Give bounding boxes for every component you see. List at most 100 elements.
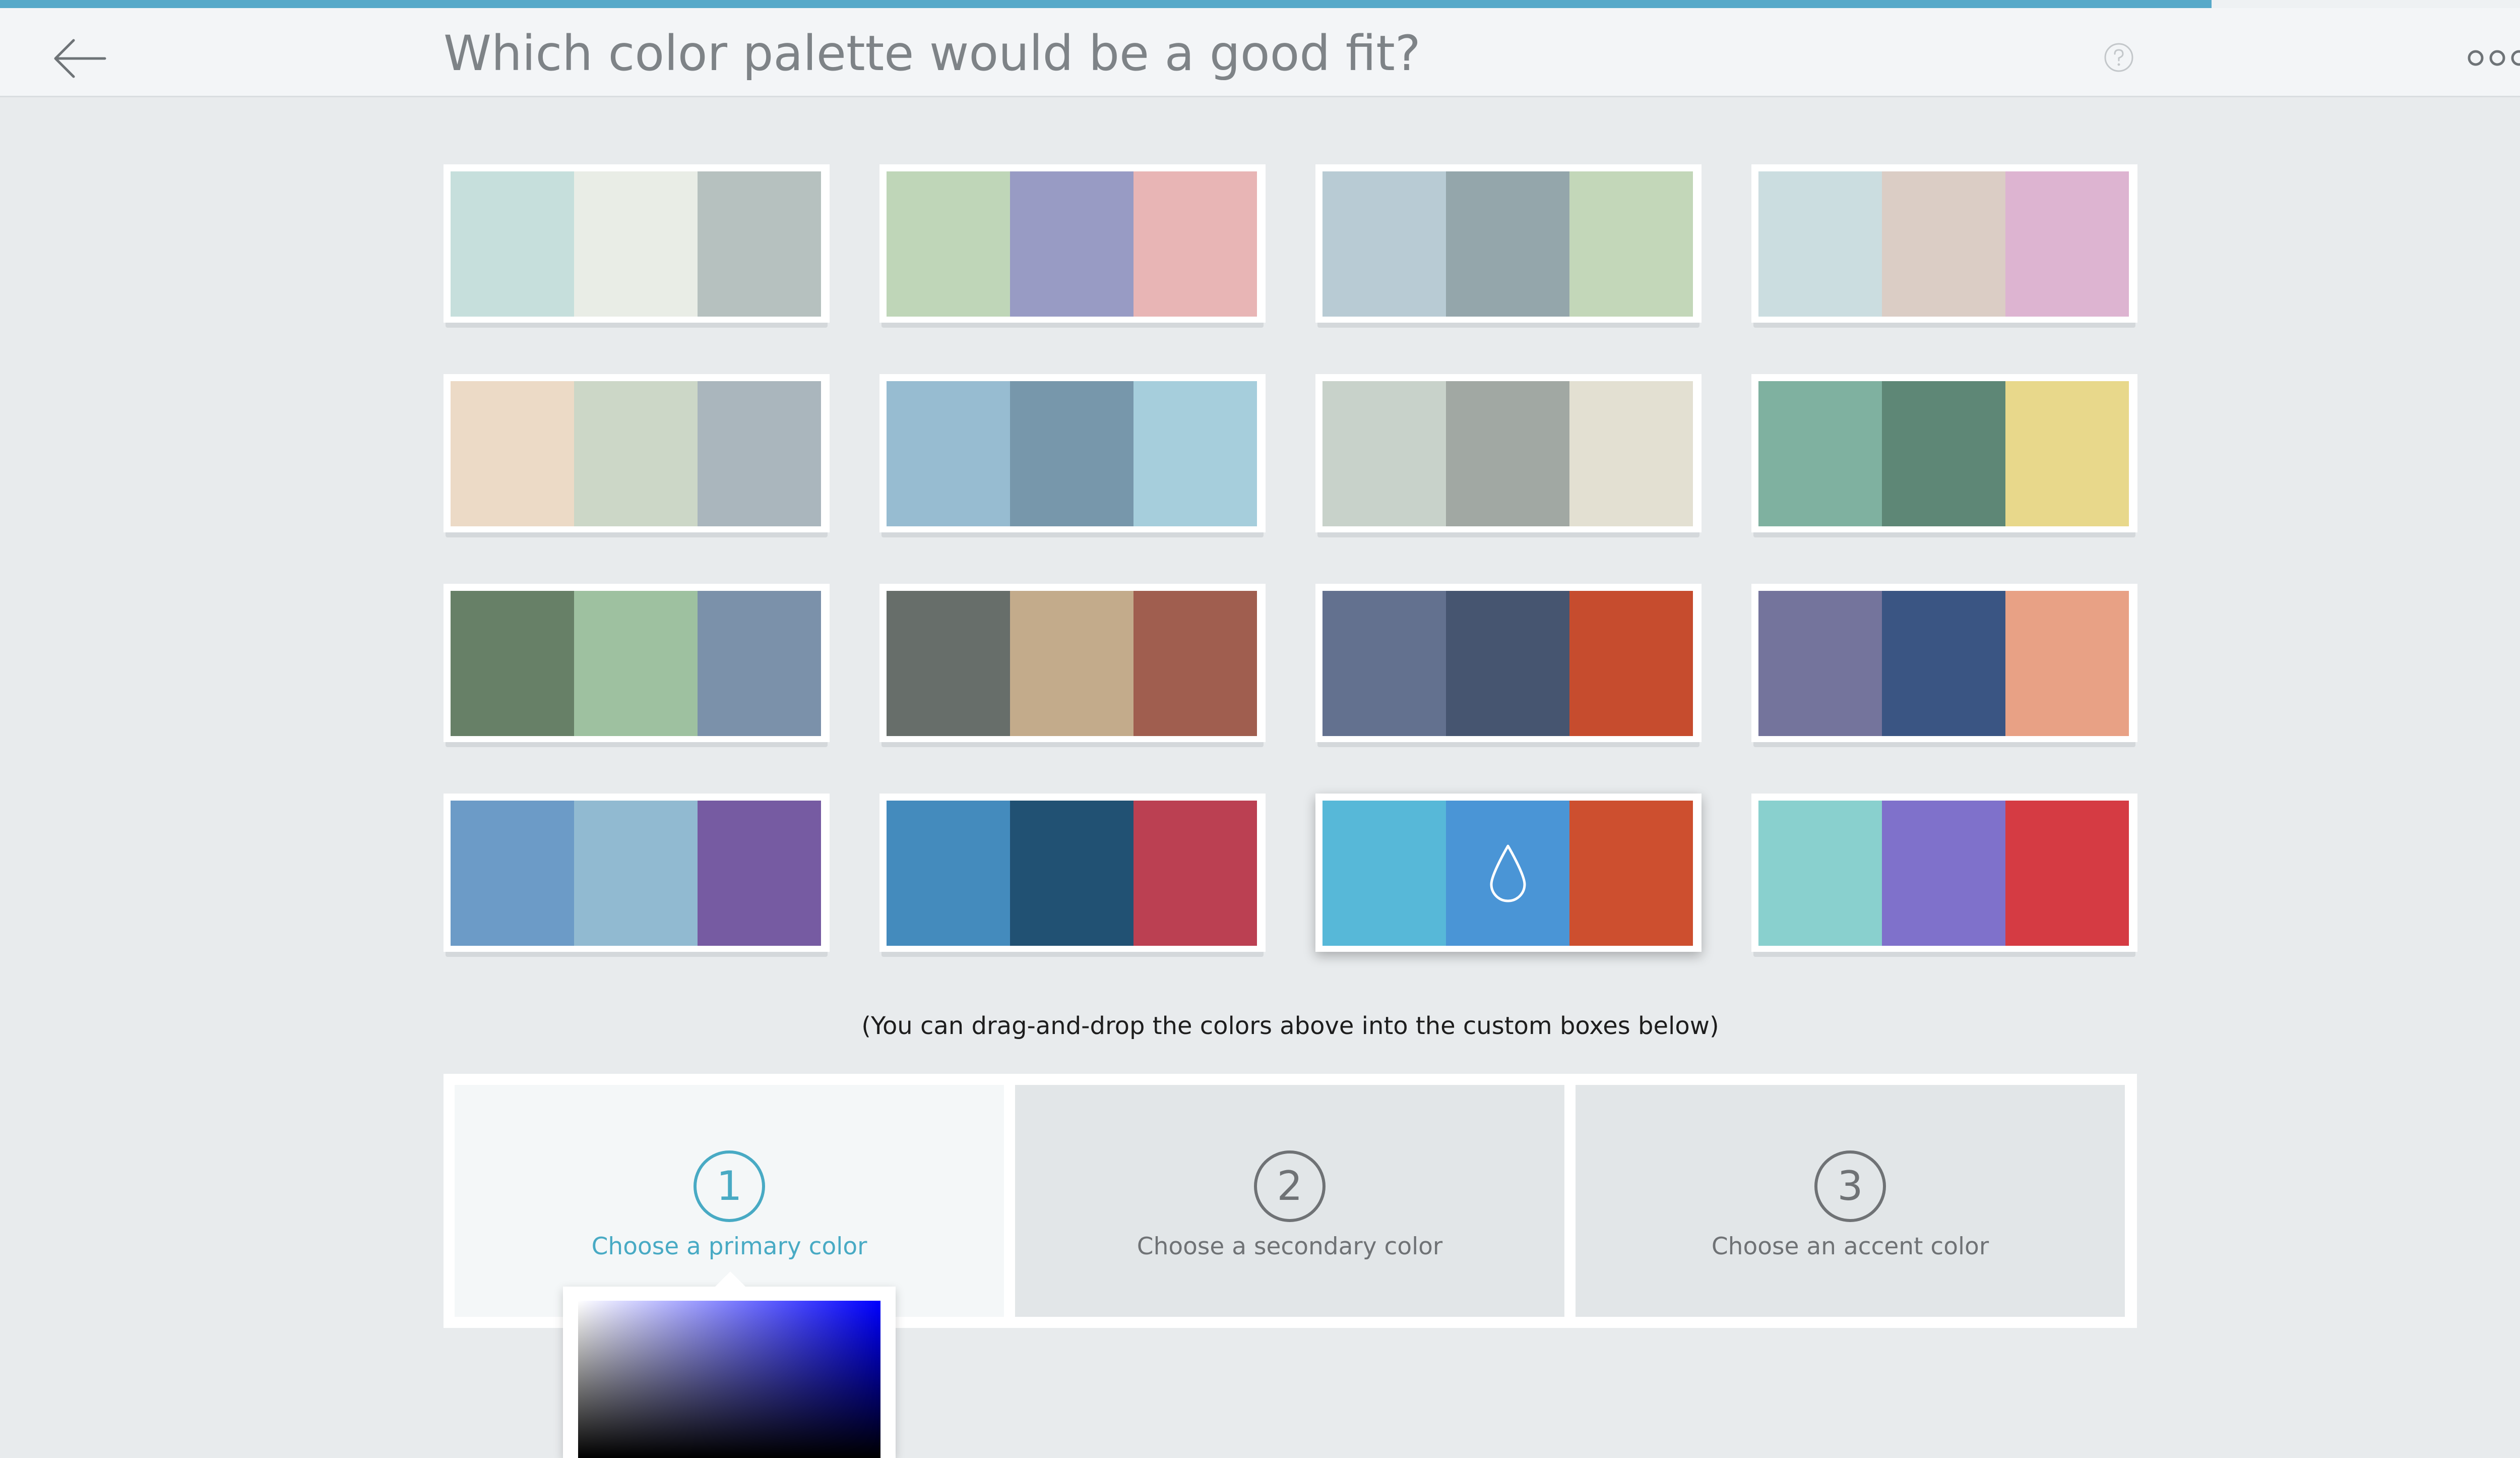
palette-card-body [1315,584,1702,742]
page-title: Which color palette would be a good fit? [444,25,1421,82]
palette-card[interactable] [1315,374,1702,540]
palette-card-body [1751,794,2137,952]
color-swatch[interactable] [887,801,1010,946]
color-swatch[interactable] [451,591,574,736]
arrow-left-icon [54,39,106,78]
palette-card[interactable] [444,374,830,540]
color-swatch[interactable] [1882,171,2005,317]
color-swatch[interactable] [1758,171,1882,317]
color-swatch[interactable] [451,801,574,946]
color-swatch[interactable] [1569,171,1693,317]
color-swatch[interactable] [1010,591,1133,736]
palette-card[interactable] [1315,794,1702,960]
color-swatch[interactable] [1322,591,1446,736]
color-swatch[interactable] [1446,171,1569,317]
color-swatch[interactable] [1322,381,1446,526]
secondary-color-slot[interactable]: 2 Choose a secondary color [1015,1085,1564,1317]
palette-card[interactable] [879,164,1266,331]
back-button[interactable] [50,28,111,89]
color-swatch[interactable] [887,381,1010,526]
color-swatch[interactable] [1569,801,1693,946]
color-swatch[interactable] [574,381,698,526]
color-picker-popover [563,1271,896,1458]
color-swatch[interactable] [1446,801,1569,946]
slot-number: 2 [1254,1150,1326,1222]
help-circle-icon [2104,43,2133,72]
progress-track [0,0,2520,8]
palette-card[interactable] [879,374,1266,540]
color-swatch[interactable] [574,591,698,736]
color-swatch[interactable] [1322,171,1446,317]
color-swatch[interactable] [1010,801,1133,946]
palette-card[interactable] [1315,164,1702,331]
water-drop-icon [1490,844,1526,902]
palette-card[interactable] [1751,374,2137,540]
color-swatch[interactable] [1010,381,1133,526]
color-swatch[interactable] [2005,591,2129,736]
color-swatch[interactable] [574,171,698,317]
palette-card-body [1751,584,2137,742]
color-swatch[interactable] [1758,801,1882,946]
accent-color-slot[interactable]: 3 Choose an accent color [1576,1085,2125,1317]
color-swatch[interactable] [1882,381,2005,526]
more-options-button[interactable] [2465,40,2520,76]
more-horizontal-icon [2468,50,2520,66]
color-swatch[interactable] [1882,591,2005,736]
slot-label: Choose an accent color [1711,1233,1989,1260]
color-swatch[interactable] [1882,801,2005,946]
color-swatch[interactable] [698,591,821,736]
color-swatch[interactable] [2005,801,2129,946]
color-swatch[interactable] [451,171,574,317]
palette-card[interactable] [879,584,1266,750]
palette-card[interactable] [879,794,1266,960]
slot-number: 1 [694,1150,765,1222]
color-swatch[interactable] [574,801,698,946]
palette-card-body [1315,794,1702,952]
color-swatch[interactable] [451,381,574,526]
color-swatch[interactable] [1133,171,1257,317]
palette-card-body [879,794,1266,952]
palette-card[interactable] [444,794,830,960]
palette-card-body [1751,374,2137,532]
palette-card-body [444,794,830,952]
color-swatch[interactable] [698,381,821,526]
palette-card-body [1315,164,1702,323]
color-swatch[interactable] [2005,381,2129,526]
color-swatch[interactable] [1446,591,1569,736]
color-swatch[interactable] [1133,801,1257,946]
palette-card[interactable] [1751,164,2137,331]
palette-card-body [879,374,1266,532]
palette-card-body [1315,374,1702,532]
color-swatch[interactable] [1569,591,1693,736]
color-swatch[interactable] [887,591,1010,736]
color-swatch[interactable] [1758,591,1882,736]
help-button[interactable] [2103,41,2135,74]
header-bar: Which color palette would be a good fit? [0,8,2520,97]
progress-bar-fill [0,0,2212,8]
palette-card[interactable] [444,164,830,331]
popover-arrow [714,1271,746,1288]
palette-card-body [879,584,1266,742]
color-swatch[interactable] [1322,801,1446,946]
color-swatch[interactable] [887,171,1010,317]
palette-card[interactable] [1751,794,2137,960]
saturation-value-field[interactable] [578,1301,880,1458]
color-swatch[interactable] [1446,381,1569,526]
palette-card-body [444,584,830,742]
color-swatch[interactable] [698,801,821,946]
color-swatch[interactable] [1010,171,1133,317]
color-swatch[interactable] [1133,381,1257,526]
color-swatch[interactable] [698,171,821,317]
color-swatch[interactable] [1758,381,1882,526]
palette-card-body [1751,164,2137,323]
palette-card-body [879,164,1266,323]
palette-card[interactable] [1751,584,2137,750]
palette-card[interactable] [1315,584,1702,750]
palette-card[interactable] [444,584,830,750]
drag-drop-instructions: (You can drag-and-drop the colors above … [861,1012,1719,1040]
palette-card-body [444,374,830,532]
color-swatch[interactable] [1569,381,1693,526]
color-swatch[interactable] [2005,171,2129,317]
slot-label: Choose a primary color [591,1233,867,1260]
color-swatch[interactable] [1133,591,1257,736]
